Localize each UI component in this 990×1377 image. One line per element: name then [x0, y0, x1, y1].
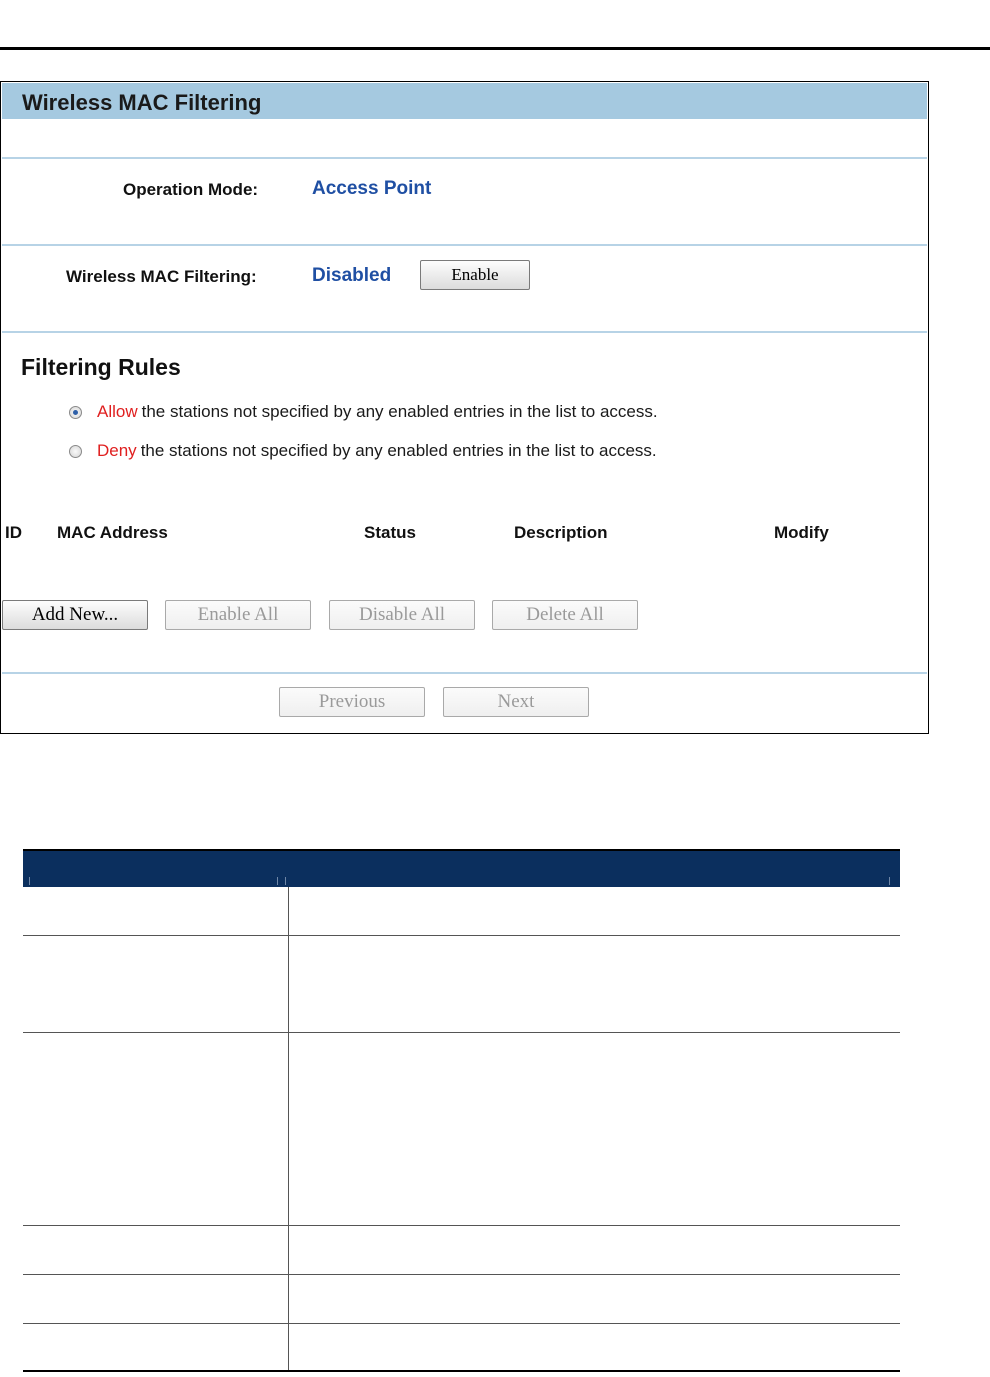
table-row-divider — [23, 935, 900, 936]
divider — [2, 672, 927, 674]
column-divider — [288, 887, 289, 1371]
radio-selected-dot — [73, 409, 78, 415]
column-header-modify: Modify — [774, 523, 829, 542]
previous-page-button[interactable]: Previous — [279, 687, 425, 717]
header-corner-mark — [889, 877, 890, 885]
deny-rule-option[interactable]: Deny the stations not specified by any e… — [69, 441, 657, 461]
panel-header: Wireless MAC Filtering — [2, 83, 927, 119]
table-bottom-rule — [23, 1370, 900, 1372]
table-row-divider — [23, 1323, 900, 1324]
table-row-divider — [23, 1274, 900, 1275]
add-new-button[interactable]: Add New... — [2, 600, 148, 630]
page-top-rule — [0, 47, 990, 50]
deny-rule-text: the stations not specified by any enable… — [140, 441, 657, 460]
disable-all-button[interactable]: Disable All — [329, 600, 475, 630]
mac-filtering-panel: Wireless MAC Filtering Operation Mode: A… — [0, 81, 929, 734]
allow-rule-text: the stations not specified by any enable… — [141, 402, 658, 421]
operation-mode-value: Access Point — [312, 178, 432, 199]
column-header-status: Status — [364, 523, 416, 542]
divider — [2, 244, 927, 246]
table-row-divider — [23, 1032, 900, 1033]
enable-all-button[interactable]: Enable All — [165, 600, 311, 630]
divider — [2, 157, 927, 159]
header-corner-mark — [285, 877, 286, 885]
column-header-id: ID — [5, 523, 22, 542]
operation-mode-label: Operation Mode: — [123, 180, 259, 199]
table-header-bar — [23, 849, 900, 887]
allow-radio[interactable] — [69, 405, 82, 419]
header-corner-mark — [277, 877, 278, 885]
divider — [2, 331, 927, 333]
allow-rule-option[interactable]: Allow the stations not specified by any … — [69, 402, 658, 422]
deny-radio[interactable] — [69, 444, 82, 458]
delete-all-button[interactable]: Delete All — [492, 600, 638, 630]
mac-filtering-label: Wireless MAC Filtering: — [66, 267, 257, 286]
header-corner-mark — [29, 877, 30, 885]
table-row-divider — [23, 1225, 900, 1226]
allow-keyword: Allow — [97, 402, 138, 421]
mac-filtering-status: Disabled — [312, 265, 392, 286]
enable-filtering-button[interactable]: Enable — [420, 260, 530, 290]
column-header-mac-address: MAC Address — [57, 523, 168, 542]
next-page-button[interactable]: Next — [443, 687, 589, 717]
column-header-description: Description — [514, 523, 608, 542]
panel-title: Wireless MAC Filtering — [22, 90, 262, 115]
filtering-rules-title: Filtering Rules — [21, 354, 181, 380]
deny-keyword: Deny — [97, 441, 137, 460]
